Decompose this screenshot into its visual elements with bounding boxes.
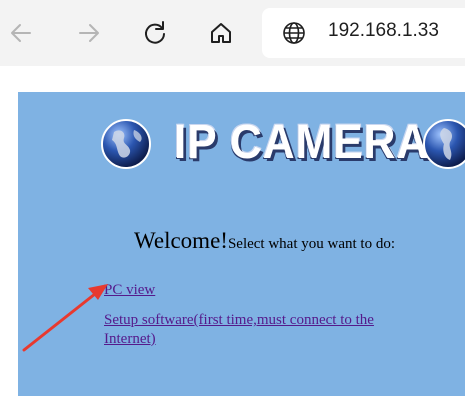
globe-logo-icon <box>423 119 465 169</box>
camera-web-page: IP CAMERA Welcome!Select what you want t… <box>18 92 465 396</box>
globe-logo-icon <box>101 119 151 169</box>
home-icon <box>211 23 231 43</box>
home-button[interactable] <box>202 14 240 52</box>
welcome-heading: Welcome! <box>134 228 228 253</box>
address-bar[interactable]: 192.168.1.33 <box>262 8 465 58</box>
instruction-text: Select what you want to do: <box>227 236 395 252</box>
back-arrow-icon <box>11 24 31 42</box>
browser-toolbar: 192.168.1.33 <box>0 0 465 66</box>
logo-text: IP CAMERA <box>174 116 430 169</box>
refresh-button[interactable] <box>136 14 174 52</box>
refresh-icon <box>145 21 165 44</box>
pc-view-link[interactable]: PC view <box>104 281 155 300</box>
welcome-message: Welcome!Select what you want to do: <box>134 228 395 254</box>
ip-camera-logo: IP CAMERA <box>100 112 465 172</box>
setup-software-link-line1: Setup software(first time,must connect t… <box>104 312 374 328</box>
globe-icon <box>283 22 305 44</box>
url-text: 192.168.1.33 <box>328 20 439 41</box>
forward-arrow-icon <box>79 24 99 42</box>
back-button[interactable] <box>2 14 40 52</box>
forward-button[interactable] <box>70 14 108 52</box>
setup-software-link-line2: Internet) <box>104 331 156 347</box>
setup-software-link[interactable]: Setup software(first time,must connect t… <box>104 311 374 349</box>
